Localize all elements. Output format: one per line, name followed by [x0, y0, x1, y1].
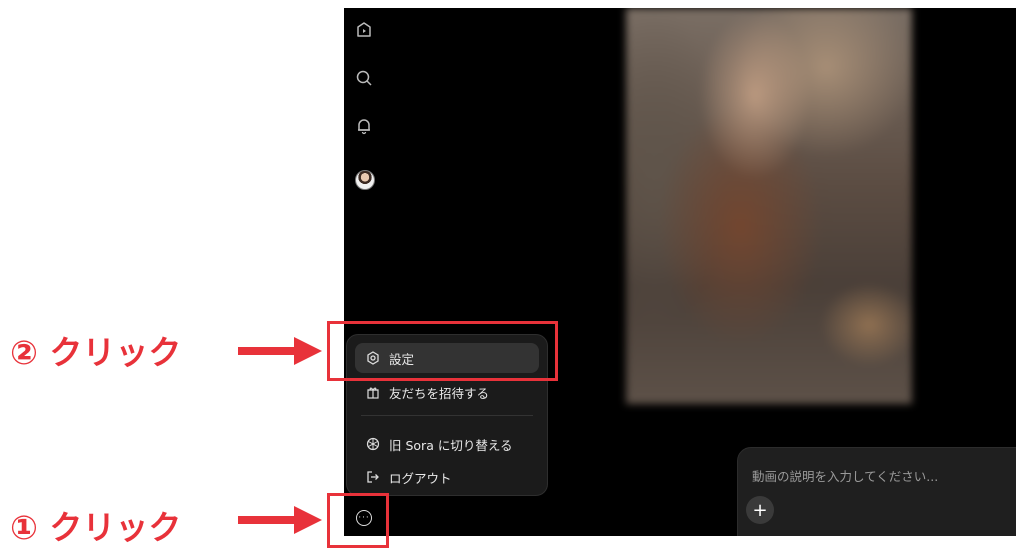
home-play-icon[interactable] — [352, 18, 376, 42]
add-button[interactable]: + — [746, 496, 774, 524]
logout-icon — [365, 469, 381, 485]
gift-icon — [365, 384, 381, 400]
prompt-box[interactable]: 動画の説明を入力してください... + — [737, 447, 1016, 536]
annotation-step2-arrow — [238, 337, 322, 365]
menu-divider — [361, 415, 533, 416]
annotation-highlight-settings — [327, 321, 558, 381]
menu-item-invite-friends[interactable]: 友だちを招待する — [355, 377, 539, 407]
search-icon[interactable] — [352, 66, 376, 90]
annotation-step2-label: ② クリック — [10, 333, 182, 372]
annotation-highlight-more-button — [327, 493, 389, 548]
menu-item-label: 友だちを招待する — [389, 385, 490, 401]
menu-item-logout[interactable]: ログアウト — [355, 462, 539, 492]
app-window: 設定 友だちを招待する 旧 Sora に切り替える ログアウト ··· 動画の説… — [344, 8, 1016, 536]
menu-item-label: ログアウト — [389, 470, 452, 486]
menu-item-switch-old-sora[interactable]: 旧 Sora に切り替える — [355, 429, 539, 459]
openai-logo-icon — [365, 436, 381, 452]
video-thumbnail[interactable] — [626, 8, 912, 404]
annotation-step1-label: ① クリック — [10, 508, 182, 547]
prompt-input[interactable]: 動画の説明を入力してください... — [752, 466, 938, 485]
avatar[interactable] — [355, 170, 375, 190]
bell-icon[interactable] — [352, 114, 376, 138]
menu-item-label: 旧 Sora に切り替える — [389, 437, 513, 453]
annotation-step1-arrow — [238, 506, 322, 534]
